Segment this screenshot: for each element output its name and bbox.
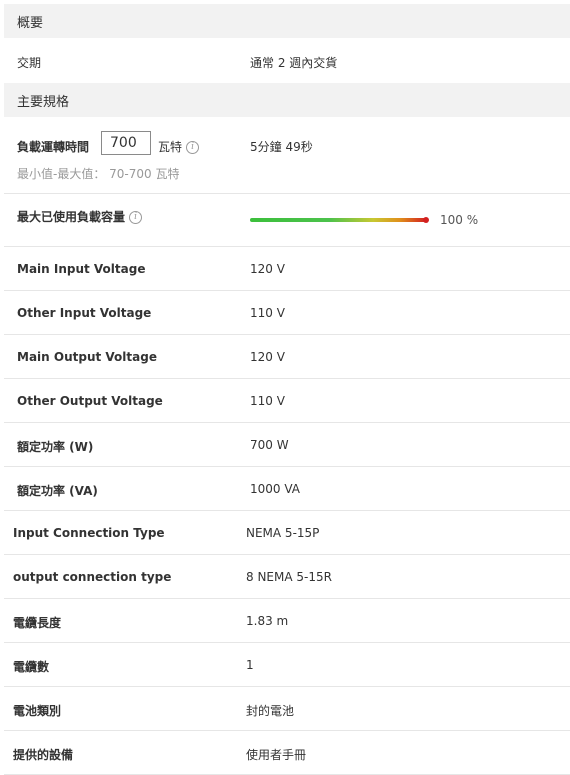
- spec-value: 封的電池: [246, 704, 295, 718]
- info-icon[interactable]: i: [186, 141, 200, 154]
- spec-row: 電池類別 封的電池: [4, 687, 570, 731]
- runtime-label: 負載運轉時間: [17, 140, 90, 154]
- spec-label: Input Connection Type: [13, 526, 165, 540]
- spec-label: 電纜數: [13, 660, 50, 674]
- spec-value: NEMA 5-15P: [246, 526, 320, 540]
- spec-value: 120 V: [250, 350, 285, 364]
- load-capacity-percent: 100 %: [440, 213, 479, 227]
- spec-row: Other Output Voltage 110 V: [4, 379, 570, 423]
- spec-value: 110 V: [250, 306, 285, 320]
- overview-header: 概要: [4, 4, 570, 38]
- runtime-unit: 瓦特: [158, 140, 183, 154]
- spec-label: output connection type: [13, 570, 172, 584]
- max-load-label: 最大已使用負載容量: [17, 210, 126, 224]
- spec-value: 700 W: [250, 438, 289, 452]
- spec-value: 1.83 m: [246, 614, 289, 628]
- runtime-range-hint: 最小值-最大值： 70-700 瓦特: [17, 167, 180, 181]
- runtime-unit-group: 瓦特 i: [158, 138, 200, 155]
- spec-label: 額定功率 (VA): [17, 484, 98, 498]
- spec-value: 使用者手冊: [246, 748, 307, 762]
- spec-row: Other Input Voltage 110 V: [4, 291, 570, 335]
- load-capacity-bar: [250, 218, 426, 222]
- spec-value: 110 V: [250, 394, 285, 408]
- lead-time-value: 通常 2 週內交貨: [250, 56, 338, 70]
- spec-value: 120 V: [250, 262, 285, 276]
- spec-row: Input Connection Type NEMA 5-15P: [4, 511, 570, 555]
- runtime-row: 負載運轉時間 瓦特i 最小值-最大值： 70-700 瓦特 5分鐘 49秒: [4, 117, 570, 194]
- spec-label: 電池類別: [13, 704, 62, 718]
- max-load-label-group: 最大已使用負載容量 i: [17, 208, 143, 225]
- info-icon[interactable]: i: [129, 211, 143, 224]
- spec-row: 電纜長度 1.83 m: [4, 599, 570, 643]
- spec-label: 提供的設備: [13, 748, 74, 762]
- spec-label: 額定功率 (W): [17, 440, 94, 454]
- load-watts-input[interactable]: [101, 131, 151, 155]
- spec-label: Main Input Voltage: [17, 262, 146, 276]
- lead-time-label: 交期: [17, 56, 42, 70]
- spec-label: Other Output Voltage: [17, 394, 163, 408]
- spec-panel: 概要 交期 通常 2 週內交貨 主要規格 負載運轉時間 瓦特i 最小值-最大值：…: [0, 0, 570, 775]
- spec-row: output connection type 8 NEMA 5-15R: [4, 555, 570, 599]
- main-specs-header-title: 主要規格: [17, 94, 70, 110]
- overview-header-title: 概要: [17, 15, 44, 31]
- spec-row: Main Input Voltage 120 V: [4, 247, 570, 291]
- spec-value: 1000 VA: [250, 482, 301, 496]
- spec-row: 額定功率 (W) 700 W: [4, 423, 570, 467]
- spec-row: 電纜數 1: [4, 643, 570, 687]
- spec-label: Other Input Voltage: [17, 306, 152, 320]
- spec-row: Main Output Voltage 120 V: [4, 335, 570, 379]
- spec-value: 1: [246, 658, 254, 672]
- spec-value: 8 NEMA 5-15R: [246, 570, 332, 584]
- main-specs-header: 主要規格: [4, 83, 570, 117]
- max-load-row: 最大已使用負載容量 i 100 %: [4, 194, 570, 247]
- runtime-result: 5分鐘 49秒: [250, 140, 313, 154]
- spec-label: 電纜長度: [13, 616, 62, 630]
- spec-label: Main Output Voltage: [17, 350, 157, 364]
- load-capacity-bar-end: [423, 217, 429, 223]
- spec-row: 提供的設備 使用者手冊: [4, 731, 570, 775]
- lead-time-row: 交期 通常 2 週內交貨: [4, 38, 570, 82]
- spec-row: 額定功率 (VA) 1000 VA: [4, 467, 570, 511]
